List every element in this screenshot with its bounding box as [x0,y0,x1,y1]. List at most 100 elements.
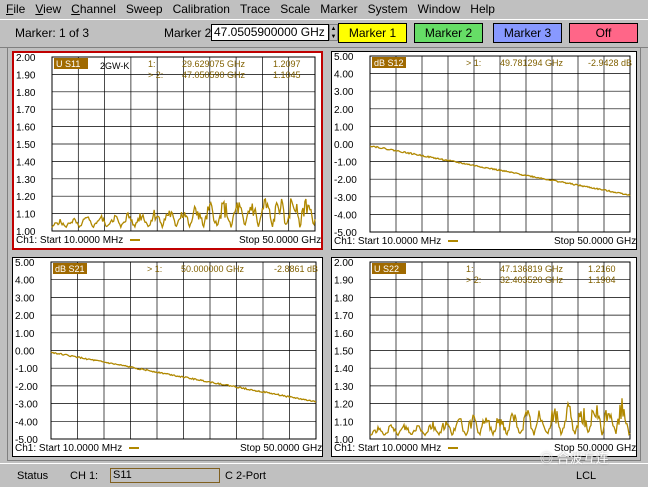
marker-tag: 1: [466,264,474,274]
watermark-text: 合波互连 [556,451,609,466]
y-tick-label: 1.80 [16,88,36,99]
marker-tag: 1: [148,59,156,69]
y-tick-label: 1.70 [16,105,36,116]
y-tick-label: 1.60 [16,123,36,134]
y-tick-label: 2.00 [334,258,354,269]
y-tick-label: 1.20 [334,400,354,411]
y-tick-label: 1.00 [334,122,354,133]
menu-item-marker[interactable]: Marker [314,0,361,19]
menu-item-sweep[interactable]: Sweep [120,0,167,19]
y-tick-label: -1.00 [15,364,38,375]
marker-3-button[interactable]: Marker 3 [493,23,562,43]
wechat-icon: ◎ [540,451,554,466]
plot-area: 2.00 1.90 1.80 1.70 1.60 1.50 1.40 1.30 1.20 1.10… [7,47,641,461]
marker-value: 1.2097 [273,59,301,69]
y-tick-label: 5.00 [334,52,354,63]
s21-plot-panel[interactable]: 5.00 4.00 3.00 2.00 1.00 0.00 -1.00 -2.00 -3.00 -… [12,257,323,457]
measurement-field: S11 [110,468,220,483]
channel-label: CH 1: [70,470,99,482]
y-tick-label: 1.80 [334,293,354,304]
menu-item-system[interactable]: System [362,0,412,19]
marker-toolbar: Marker: 1 of 3 Marker 2 47.0505900000 GH… [0,19,648,48]
menu-item-view[interactable]: View [29,0,65,19]
marker-off-button[interactable]: Off [569,23,638,43]
y-tick-label: -2.00 [334,175,357,186]
sweep-start: Ch1: Start 10.0000 MHz [16,235,123,246]
y-tick-label: 1.30 [334,382,354,393]
marker-value: 1.2160 [588,264,616,274]
y-tick-label: 1.40 [334,364,354,375]
marker-frequency: 32.403520 GHz [500,275,564,285]
menu-item-channel[interactable]: Channel [65,0,120,19]
y-tick-label: 1.10 [334,417,354,428]
y-tick-label: -4.00 [15,417,38,428]
y-tick-label: 4.00 [15,276,35,287]
marker-value: 1.1904 [588,275,616,285]
s11-plot-panel[interactable]: 2.00 1.90 1.80 1.70 1.60 1.50 1.40 1.30 1.20 1.10… [12,51,323,250]
y-tick-label: 1.90 [16,70,36,81]
marker-frequency: 29.629075 GHz [182,59,246,69]
sweep-start: Ch1: Start 10.0000 MHz [334,236,441,247]
plot-svg: 5.00 4.00 3.00 2.00 1.00 0.00 -1.00 -2.00 -3.00 -… [15,258,322,454]
marker-1-button[interactable]: Marker 1 [338,23,407,43]
trace-annotation: 2GW-K [100,61,129,71]
marker-value: -2.8861 dB [274,264,318,274]
y-tick-label: 2.00 [16,53,36,64]
marker-count-label: Marker: 1 of 3 [15,26,90,40]
y-tick-label: 1.40 [16,157,36,168]
menu-bar: File View Channel Sweep Calibration Trace Scal… [0,0,648,19]
marker-spin-button[interactable]: ▲ ▼ [329,24,338,41]
y-tick-label: -1.00 [334,158,357,169]
y-tick-label: -3.00 [334,193,357,204]
y-tick-label: -4.00 [334,210,357,221]
status-label: Status [17,470,49,482]
y-tick-label: 3.00 [15,293,35,304]
marker-select-label: Marker 2 [164,26,212,40]
y-tick-label: 3.00 [334,87,354,98]
menu-item-file[interactable]: File [0,0,29,19]
y-tick-label: -3.00 [15,400,38,411]
y-tick-label: 1.10 [16,210,36,221]
menu-item-trace[interactable]: Trace [234,0,274,19]
y-tick-label: 1.20 [16,192,36,203]
s12-plot-panel[interactable]: 5.00 4.00 3.00 2.00 1.00 0.00 -1.00 -2.00 -3.00 -… [331,51,637,250]
y-tick-label: 1.00 [15,329,35,340]
y-tick-label: 1.60 [334,329,354,340]
calibration-status: C 2-Port [225,470,266,482]
marker-frequency: 47.050590 GHz [182,70,246,80]
marker-tag: > 1: [147,264,162,274]
y-tick-label: 5.00 [15,258,35,269]
plot-svg: 2.00 1.90 1.80 1.70 1.60 1.50 1.40 1.30 1.20 1.10… [16,53,321,246]
y-tick-label: 4.00 [334,70,354,81]
y-tick-label: 1.90 [334,276,354,287]
marker-value: -2.9428 dB [588,58,632,68]
trace-name: U S22 [374,264,399,274]
sweep-start: Ch1: Start 10.0000 MHz [15,443,122,454]
marker-frequency: 47.136819 GHz [500,264,564,274]
sweep-start: Ch1: Start 10.0000 MHz [334,443,441,454]
y-tick-label: 1.50 [334,347,354,358]
y-tick-label: 0.00 [15,347,35,358]
marker-frequency: 49.781294 GHz [500,58,564,68]
plot-svg: 2.00 1.90 1.80 1.70 1.60 1.50 1.40 1.30 1.20 1.10… [334,258,636,454]
plot-svg: 5.00 4.00 3.00 2.00 1.00 0.00 -1.00 -2.00 -3.00 -… [334,52,636,247]
trace-name: U S11 [56,59,80,69]
y-tick-label: 0.00 [334,140,354,151]
y-tick-label: -2.00 [15,382,38,393]
marker-value: 1.1045 [273,70,301,80]
menu-item-window[interactable]: Window [412,0,465,19]
y-tick-label: 1.30 [16,175,36,186]
menu-item-help[interactable]: Help [464,0,499,19]
marker-tag: > 2: [148,70,163,80]
y-tick-label: 2.00 [334,105,354,116]
menu-item-scale[interactable]: Scale [274,0,314,19]
marker-frequency-input[interactable]: 47.0505900000 GHz [211,24,329,41]
sweep-stop: Stop 50.0000 GHz [239,235,321,246]
menu-item-calibration[interactable]: Calibration [167,0,234,19]
trace-name: dB S21 [55,264,85,274]
marker-tag: > 1: [466,58,481,68]
y-tick-label: 1.50 [16,140,36,151]
s22-plot-panel[interactable]: 2.00 1.90 1.80 1.70 1.60 1.50 1.40 1.30 1.20 1.10… [331,257,637,457]
sweep-stop: Stop 50.0000 GHz [554,236,636,247]
marker-2-button[interactable]: Marker 2 [414,23,483,43]
